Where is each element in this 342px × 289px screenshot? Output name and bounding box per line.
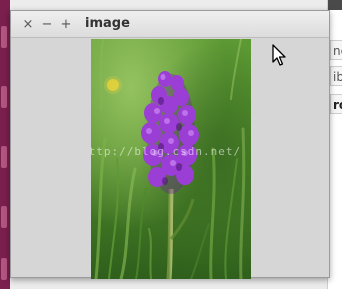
- launcher-item[interactable]: [1, 258, 7, 280]
- background-window-row[interactable]: ib: [330, 66, 342, 86]
- maximize-icon[interactable]: +: [59, 17, 73, 31]
- minimize-icon[interactable]: −: [40, 17, 54, 31]
- background-window-titlebar: [328, 0, 342, 10]
- launcher-item[interactable]: [1, 26, 7, 48]
- arrow-cursor-icon: [272, 44, 288, 68]
- background-window-row[interactable]: ne: [330, 40, 342, 60]
- desktop-background: [0, 0, 10, 289]
- window-titlebar[interactable]: × − + image: [11, 11, 329, 38]
- orchid-photo: [91, 39, 251, 279]
- window-title: image: [85, 16, 130, 31]
- close-icon[interactable]: ×: [21, 17, 35, 31]
- orchid-image: http://blog.csdn.net/: [91, 39, 251, 279]
- launcher-item[interactable]: [1, 86, 7, 108]
- background-window-row[interactable]: ro: [330, 94, 342, 114]
- window-content: http://blog.csdn.net/: [11, 38, 329, 279]
- launcher-item[interactable]: [1, 146, 7, 168]
- launcher-item[interactable]: [1, 206, 7, 228]
